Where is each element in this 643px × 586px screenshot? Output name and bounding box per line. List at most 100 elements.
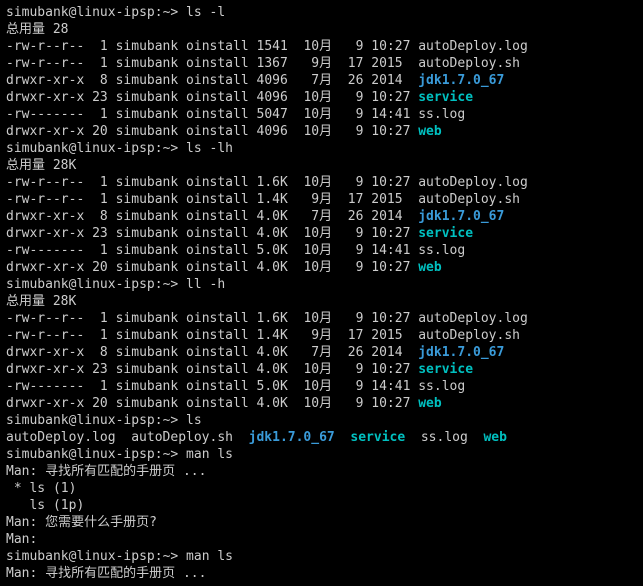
time: 2015 — [371, 56, 410, 71]
day: 9 — [340, 396, 363, 411]
filename: service — [418, 362, 473, 377]
link-count: 1 — [92, 311, 108, 326]
size: 1367 — [257, 56, 288, 71]
time: 10:27 — [371, 175, 410, 190]
perm: drwxr-xr-x — [6, 90, 84, 105]
owner: simubank — [116, 107, 179, 122]
time: 10:27 — [371, 362, 410, 377]
filename: ss.log — [418, 379, 465, 394]
file-row: -rw------- 1 simubank oinstall 5.0K 10月 … — [6, 242, 637, 259]
day: 9 — [340, 379, 363, 394]
month: 7月 — [296, 73, 332, 88]
file-row: -rw------- 1 simubank oinstall 5.0K 10月 … — [6, 378, 637, 395]
day: 9 — [340, 39, 363, 54]
group: oinstall — [186, 56, 249, 71]
size: 4.0K — [257, 396, 288, 411]
size: 5.0K — [257, 379, 288, 394]
size: 4.0K — [257, 260, 288, 275]
link-count: 23 — [92, 362, 108, 377]
filename: jdk1.7.0_67 — [249, 430, 335, 445]
prompt-line: simubank@linux-ipsp:~> ls -lh — [6, 140, 637, 157]
cmd-ls-l[interactable]: ls -l — [186, 5, 225, 20]
prompt-user: simubank — [6, 549, 69, 564]
link-count: 8 — [92, 73, 108, 88]
ls-short-line: autoDeploy.log autoDeploy.sh jdk1.7.0_67… — [6, 429, 637, 446]
size: 1.4K — [257, 328, 288, 343]
group: oinstall — [186, 345, 249, 360]
total-label: 总用量 28K — [6, 294, 76, 309]
size: 4096 — [257, 124, 288, 139]
group: oinstall — [186, 73, 249, 88]
perm: -rw-r--r-- — [6, 56, 84, 71]
owner: simubank — [116, 209, 179, 224]
owner: simubank — [116, 396, 179, 411]
link-count: 1 — [92, 379, 108, 394]
cmd-ll-h[interactable]: ll -h — [186, 277, 225, 292]
file-row: drwxr-xr-x 23 simubank oinstall 4096 10月… — [6, 89, 637, 106]
link-count: 1 — [92, 243, 108, 258]
filename: jdk1.7.0_67 — [418, 73, 504, 88]
prompt-host: linux-ipsp — [76, 549, 154, 564]
perm: -rw------- — [6, 379, 84, 394]
man-option: ls (1p) — [6, 498, 84, 513]
time: 2015 — [371, 328, 410, 343]
filename: autoDeploy.sh — [418, 328, 520, 343]
group: oinstall — [186, 311, 249, 326]
owner: simubank — [116, 90, 179, 105]
filename: ss.log — [421, 430, 468, 445]
owner: simubank — [116, 192, 179, 207]
filename: autoDeploy.log — [6, 430, 116, 445]
month: 9月 — [296, 192, 332, 207]
size: 1.4K — [257, 192, 288, 207]
cmd-man-ls[interactable]: man ls — [186, 447, 233, 462]
day: 9 — [340, 226, 363, 241]
prompt-line: simubank@linux-ipsp:~> ls — [6, 412, 637, 429]
cmd-ls-lh[interactable]: ls -lh — [186, 141, 233, 156]
file-row: -rw-r--r-- 1 simubank oinstall 1367 9月 1… — [6, 55, 637, 72]
month: 9月 — [296, 328, 332, 343]
owner: simubank — [116, 243, 179, 258]
time: 14:41 — [371, 379, 410, 394]
month: 10月 — [296, 124, 332, 139]
owner: simubank — [116, 362, 179, 377]
file-row: drwxr-xr-x 8 simubank oinstall 4096 7月 2… — [6, 72, 637, 89]
link-count: 1 — [92, 328, 108, 343]
time: 2014 — [371, 73, 410, 88]
link-count: 1 — [92, 175, 108, 190]
size: 4.0K — [257, 362, 288, 377]
time: 10:27 — [371, 311, 410, 326]
owner: simubank — [116, 73, 179, 88]
man-search: Man: 寻找所有匹配的手册页 ... — [6, 565, 637, 582]
group: oinstall — [186, 209, 249, 224]
file-row: drwxr-xr-x 20 simubank oinstall 4.0K 10月… — [6, 259, 637, 276]
terminal-output[interactable]: simubank@linux-ipsp:~> ls -l总用量 28-rw-r-… — [0, 0, 643, 586]
man-option: * ls (1) — [6, 480, 637, 497]
file-row: -rw-r--r-- 1 simubank oinstall 1.6K 10月 … — [6, 174, 637, 191]
size: 1.6K — [257, 175, 288, 190]
prompt-path: ~ — [163, 549, 171, 564]
link-count: 20 — [92, 260, 108, 275]
time: 10:27 — [371, 260, 410, 275]
size: 4.0K — [257, 226, 288, 241]
filename: autoDeploy.log — [418, 39, 528, 54]
perm: drwxr-xr-x — [6, 396, 84, 411]
time: 10:27 — [371, 124, 410, 139]
size: 4.0K — [257, 209, 288, 224]
cmd-man-ls-2[interactable]: man ls — [186, 549, 233, 564]
group: oinstall — [186, 175, 249, 190]
man-search-text: Man: 寻找所有匹配的手册页 ... — [6, 464, 206, 479]
link-count: 1 — [92, 192, 108, 207]
cmd-ls[interactable]: ls — [186, 413, 202, 428]
file-row: drwxr-xr-x 8 simubank oinstall 4.0K 7月 2… — [6, 208, 637, 225]
group: oinstall — [186, 379, 249, 394]
filename: web — [418, 396, 441, 411]
perm: drwxr-xr-x — [6, 124, 84, 139]
day: 9 — [340, 243, 363, 258]
month: 10月 — [296, 243, 332, 258]
file-row: -rw-r--r-- 1 simubank oinstall 1541 10月 … — [6, 38, 637, 55]
group: oinstall — [186, 90, 249, 105]
time: 2014 — [371, 209, 410, 224]
group: oinstall — [186, 396, 249, 411]
man-ask-text: Man: 您需要什么手册页? — [6, 515, 157, 530]
perm: drwxr-xr-x — [6, 362, 84, 377]
